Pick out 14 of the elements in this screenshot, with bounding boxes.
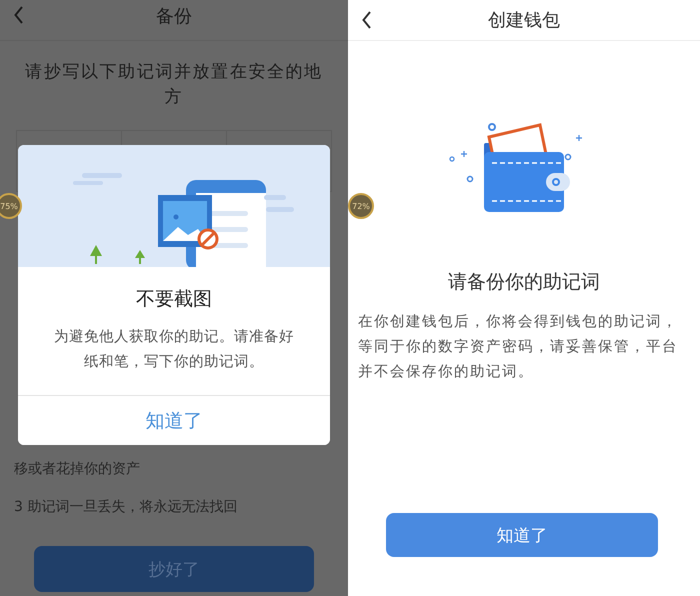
message-text: 在你创建钱包后，你将会得到钱包的助记词，等同于你的数字资产密码，请妥善保管，平台并不会保存你的助记词。 — [358, 312, 679, 382]
heading-text: 请备份你的助记词 — [447, 270, 601, 295]
instruction-text: 请抄写以下助记词并放置在安全的地方 — [24, 61, 324, 109]
dialog-title: 不要截图 — [136, 287, 212, 312]
note-text: 移或者花掉你的资产 — [14, 460, 141, 478]
ok-button[interactable]: 知道了 — [18, 395, 330, 445]
floating-ball[interactable]: 72% — [348, 193, 374, 219]
note-text: 3 助记词一旦丢失，将永远无法找回 — [14, 498, 238, 516]
dialog-message: 为避免他人获取你的助记。请准备好纸和笔，写下你的助记词。 — [54, 328, 294, 372]
screen-title: 创建钱包 — [488, 9, 560, 32]
screen-title: 备份 — [156, 5, 192, 28]
back-icon[interactable] — [362, 11, 372, 29]
ok-button[interactable]: 知道了 — [386, 513, 658, 557]
floating-ball[interactable]: 75% — [0, 193, 22, 219]
